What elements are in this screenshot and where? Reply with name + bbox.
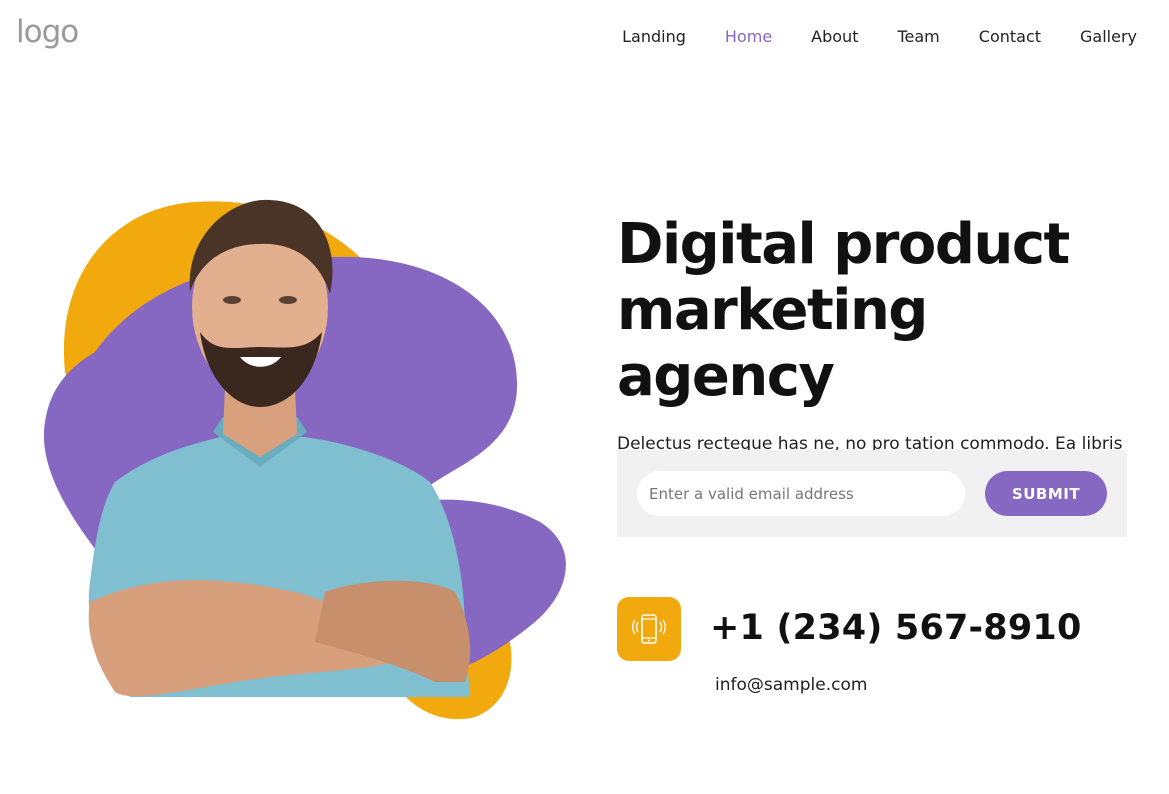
- subscribe-form: SUBMIT: [617, 450, 1127, 537]
- headline-line-1: Digital product: [617, 212, 1070, 277]
- nav-item-contact[interactable]: Contact: [979, 27, 1041, 47]
- headline-line-2: marketing agency: [617, 278, 928, 409]
- nav-item-gallery[interactable]: Gallery: [1080, 27, 1137, 47]
- main-nav: Landing Home About Team Contact Gallery: [622, 27, 1137, 47]
- smartphone-icon: [617, 597, 681, 661]
- email-input[interactable]: [637, 471, 965, 516]
- landing-page: logo Landing Home About Team Contact Gal…: [0, 0, 1169, 794]
- smartphone-icon-glyph: [632, 614, 666, 644]
- hero-content: Digital product marketing agency Delectu…: [617, 212, 1132, 488]
- submit-button[interactable]: SUBMIT: [985, 471, 1107, 516]
- nav-item-about[interactable]: About: [811, 27, 858, 47]
- logo[interactable]: logo: [16, 14, 79, 50]
- nav-item-landing[interactable]: Landing: [622, 27, 686, 47]
- hero-blobs-and-portrait: [43, 199, 566, 727]
- phone-number[interactable]: +1 (234) 567-8910: [710, 606, 1082, 650]
- nav-item-home[interactable]: Home: [725, 27, 772, 47]
- contact-email-link[interactable]: info@sample.com: [715, 673, 867, 697]
- nav-item-team[interactable]: Team: [897, 27, 939, 47]
- hero-illustration: [35, 182, 575, 727]
- hero-headline: Digital product marketing agency: [617, 212, 1132, 410]
